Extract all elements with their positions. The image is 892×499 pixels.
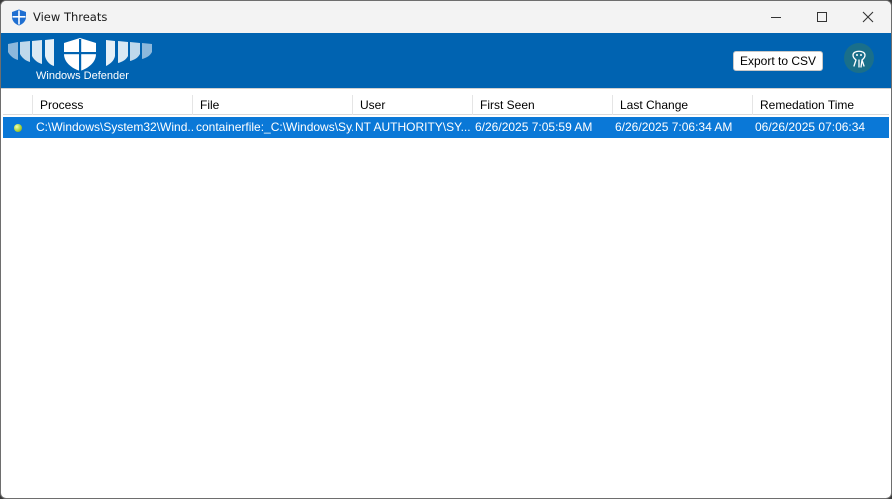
- shield-icon: [12, 9, 26, 26]
- column-header-process[interactable]: Process: [33, 95, 193, 115]
- column-header-first-seen[interactable]: First Seen: [473, 95, 613, 115]
- cell-first-seen: 6/26/2025 7:05:59 AM: [475, 120, 593, 134]
- column-header-remediation-time[interactable]: Remedation Time: [753, 95, 889, 115]
- banner-divider: [1, 88, 891, 89]
- minimize-button[interactable]: [753, 1, 799, 33]
- column-header-last-change[interactable]: Last Change: [613, 95, 753, 115]
- close-icon: [862, 11, 874, 23]
- maximize-button[interactable]: [799, 1, 845, 33]
- title-bar[interactable]: View Threats: [1, 1, 891, 33]
- defender-banner: Windows Defender Export to CSV: [1, 33, 891, 88]
- view-threats-window: View Threats Windows Defender Export to …: [0, 0, 892, 499]
- cell-process: C:\Windows\System32\Wind...: [36, 120, 193, 134]
- table-row[interactable]: C:\Windows\System32\Wind... containerfil…: [3, 117, 889, 138]
- table-header: Process File User First Seen Last Change…: [3, 95, 889, 115]
- column-header-user[interactable]: User: [353, 95, 473, 115]
- cell-user: NT AUTHORITY\SY...: [355, 120, 471, 134]
- windows-defender-shields-logo: [8, 38, 152, 71]
- cell-last-change: 6/26/2025 7:06:34 AM: [615, 120, 733, 134]
- cell-file: containerfile:_C:\Windows\Sy...: [196, 120, 353, 134]
- cell-remediation-time: 06/26/2025 07:06:34: [755, 120, 866, 134]
- window-title: View Threats: [33, 10, 108, 24]
- octopus-icon[interactable]: [843, 42, 875, 74]
- column-header-file[interactable]: File: [193, 95, 353, 115]
- close-button[interactable]: [845, 1, 891, 33]
- status-dot-icon: [14, 124, 22, 132]
- maximize-icon: [817, 12, 827, 22]
- minimize-icon: [771, 17, 781, 18]
- brand-label: Windows Defender: [36, 70, 129, 82]
- column-header-status[interactable]: [3, 95, 33, 115]
- export-csv-button[interactable]: Export to CSV: [733, 51, 823, 71]
